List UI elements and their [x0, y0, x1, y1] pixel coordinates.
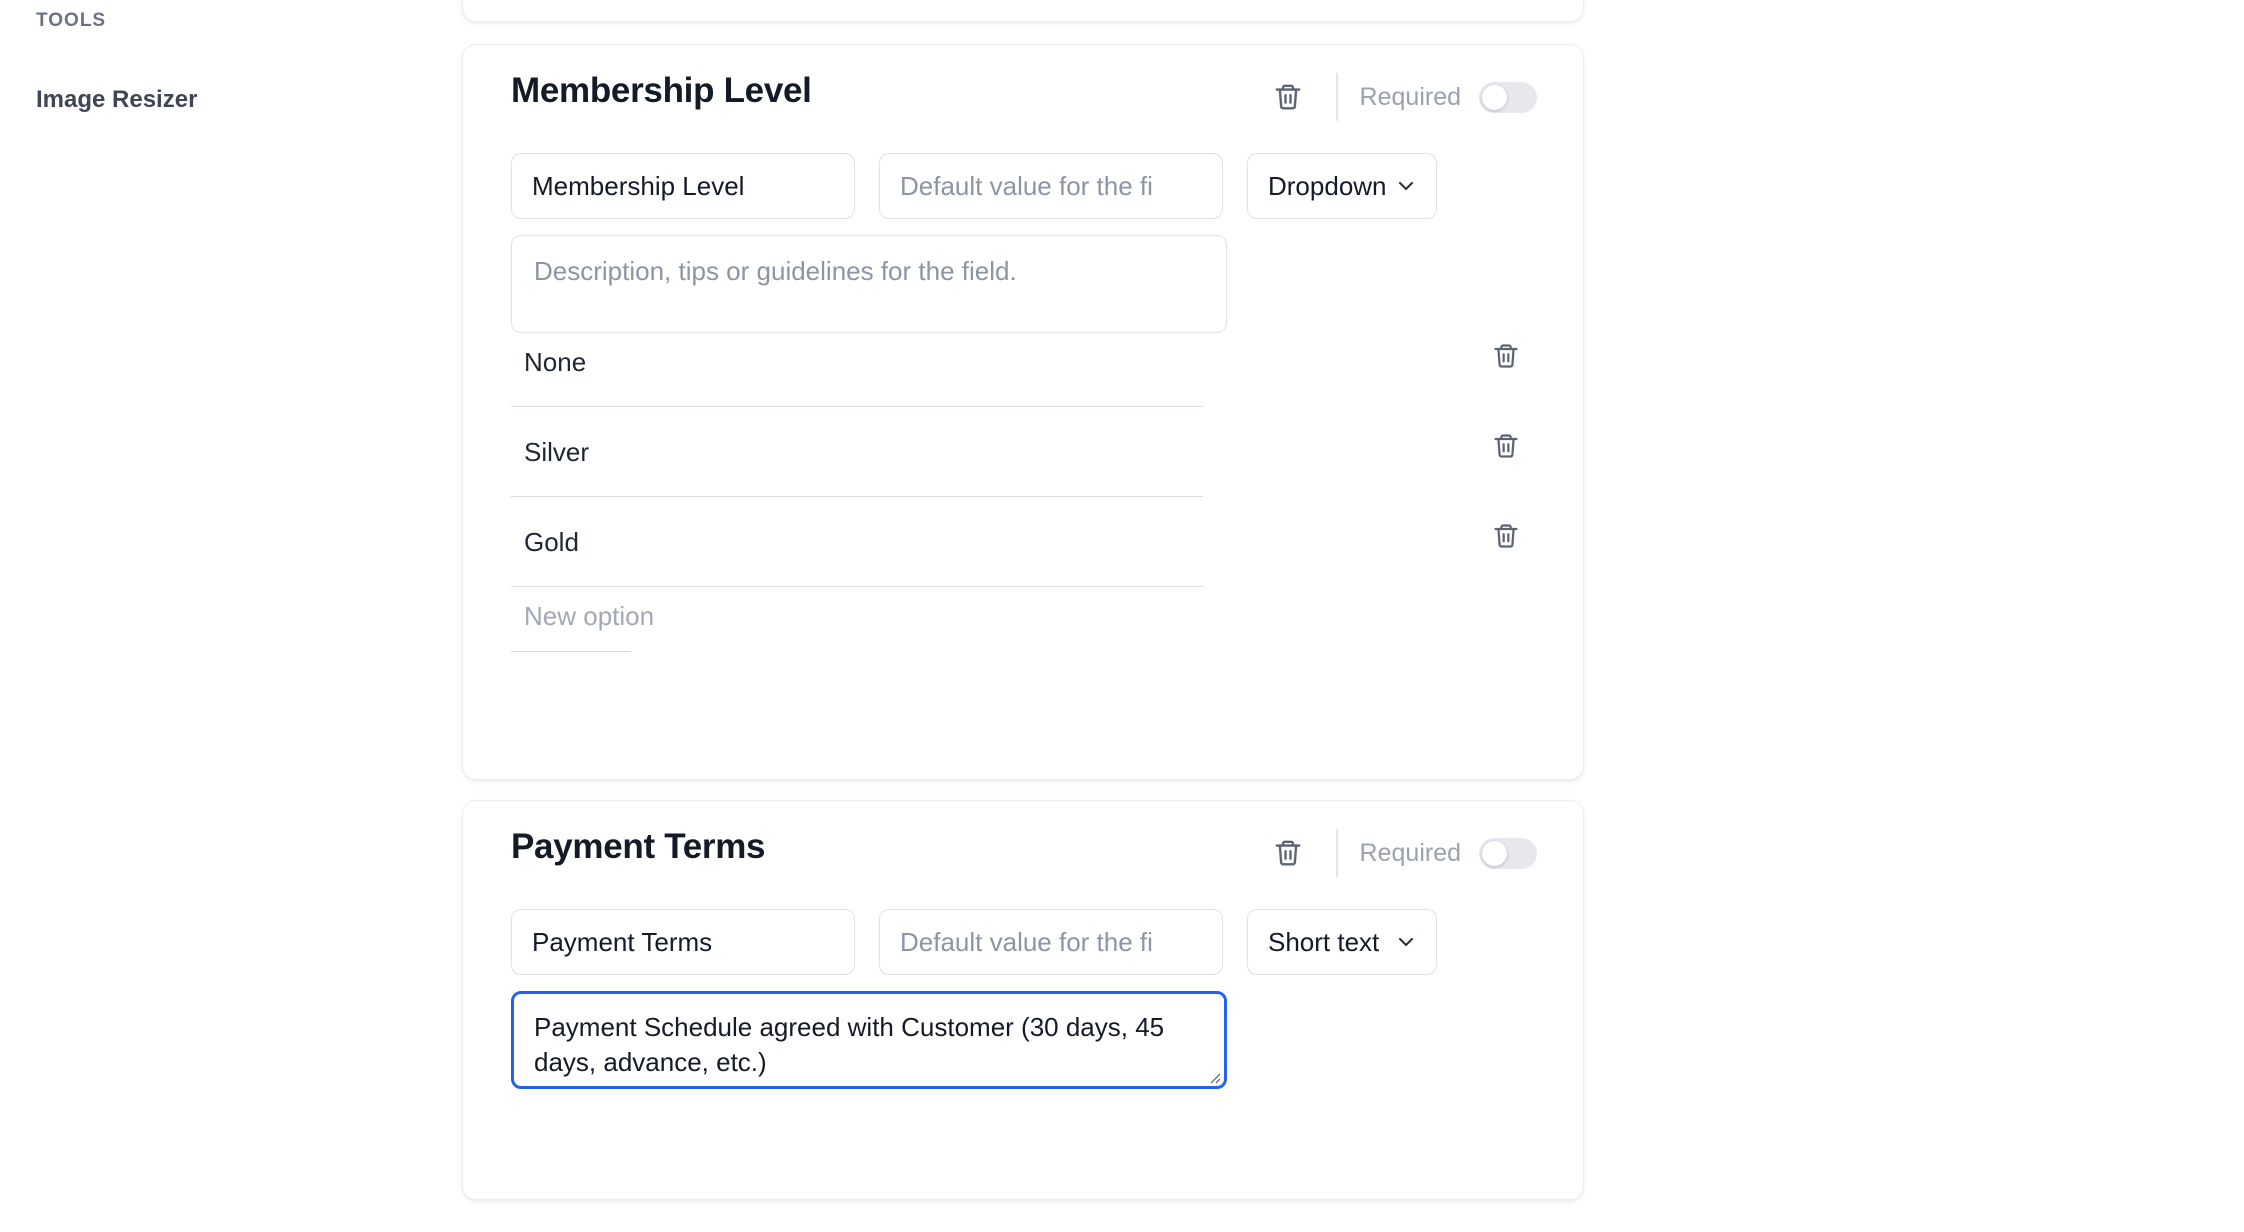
- field-description-value: Payment Schedule agreed with Customer (3…: [534, 1012, 1165, 1077]
- new-option-input[interactable]: New option: [524, 601, 654, 632]
- delete-option-button[interactable]: [1485, 515, 1527, 557]
- delete-field-button[interactable]: [1268, 77, 1308, 117]
- trash-icon: [1275, 84, 1300, 110]
- field-type-value: Dropdown: [1268, 170, 1387, 201]
- field-type-value: Short text: [1268, 926, 1380, 957]
- field-card-payment-terms: Payment Terms Required Payment Terms Def…: [462, 800, 1584, 1200]
- field-card-membership-level: Membership Level Required Membership Lev…: [462, 44, 1584, 780]
- option-value-input[interactable]: None: [511, 347, 1535, 378]
- trash-icon: [1494, 524, 1518, 548]
- sidebar-section-label: TOOLS: [36, 10, 107, 31]
- sidebar: TOOLS Image Resizer: [0, 0, 462, 1232]
- field-type-select[interactable]: Dropdown: [1247, 153, 1437, 219]
- sidebar-item-label: Image Resizer: [36, 86, 198, 113]
- delete-option-button[interactable]: [1485, 425, 1527, 467]
- header-divider: [1335, 829, 1338, 877]
- option-row: None: [511, 317, 1535, 407]
- card-header-tools: Required: [1268, 73, 1537, 121]
- card-title: Payment Terms: [511, 827, 766, 866]
- required-toggle[interactable]: [1479, 837, 1537, 869]
- field-cards-column: Membership Level Required Membership Lev…: [462, 0, 1584, 1232]
- field-settings-row: Membership Level Default value for the f…: [511, 153, 1437, 219]
- toggle-knob: [1482, 84, 1507, 110]
- chevron-down-icon: [1394, 174, 1418, 198]
- field-name-input[interactable]: Payment Terms: [511, 909, 855, 975]
- page-root: TOOLS Image Resizer Membership Level Req…: [0, 0, 2244, 1232]
- card-header-tools: Required: [1268, 829, 1537, 877]
- field-default-value-input[interactable]: Default value for the fi: [879, 153, 1223, 219]
- delete-option-button[interactable]: [1485, 335, 1527, 377]
- trash-icon: [1275, 840, 1300, 866]
- field-type-select[interactable]: Short text: [1247, 909, 1437, 975]
- option-value-input[interactable]: Gold: [511, 527, 1535, 558]
- trash-icon: [1494, 434, 1518, 458]
- card-title: Membership Level: [511, 71, 812, 110]
- delete-field-button[interactable]: [1268, 833, 1308, 873]
- resize-grip-icon: [1210, 1073, 1221, 1084]
- option-row: Gold: [511, 497, 1535, 587]
- field-name-input[interactable]: Membership Level: [511, 153, 855, 219]
- header-divider: [1335, 73, 1338, 121]
- card-header: Membership Level Required: [463, 45, 1583, 137]
- field-default-value-input[interactable]: Default value for the fi: [879, 909, 1223, 975]
- card-header: Payment Terms Required: [463, 801, 1583, 893]
- sidebar-item-image-resizer[interactable]: Image Resizer: [36, 86, 197, 114]
- field-card-previous-partial: [462, 0, 1584, 22]
- new-option-underline: [511, 651, 631, 652]
- toggle-knob: [1482, 840, 1507, 866]
- chevron-down-icon: [1394, 930, 1418, 954]
- option-row: Silver: [511, 407, 1535, 497]
- trash-icon: [1494, 344, 1518, 368]
- new-option-row: New option: [511, 587, 1535, 661]
- field-settings-row: Payment Terms Default value for the fi S…: [511, 909, 1437, 975]
- field-description-textarea[interactable]: Payment Schedule agreed with Customer (3…: [511, 991, 1227, 1089]
- required-toggle[interactable]: [1479, 81, 1537, 113]
- option-value-input[interactable]: Silver: [511, 437, 1535, 468]
- dropdown-options-list: None Silver Gold New option: [511, 317, 1535, 661]
- required-label: Required: [1359, 838, 1461, 867]
- required-label: Required: [1359, 82, 1461, 111]
